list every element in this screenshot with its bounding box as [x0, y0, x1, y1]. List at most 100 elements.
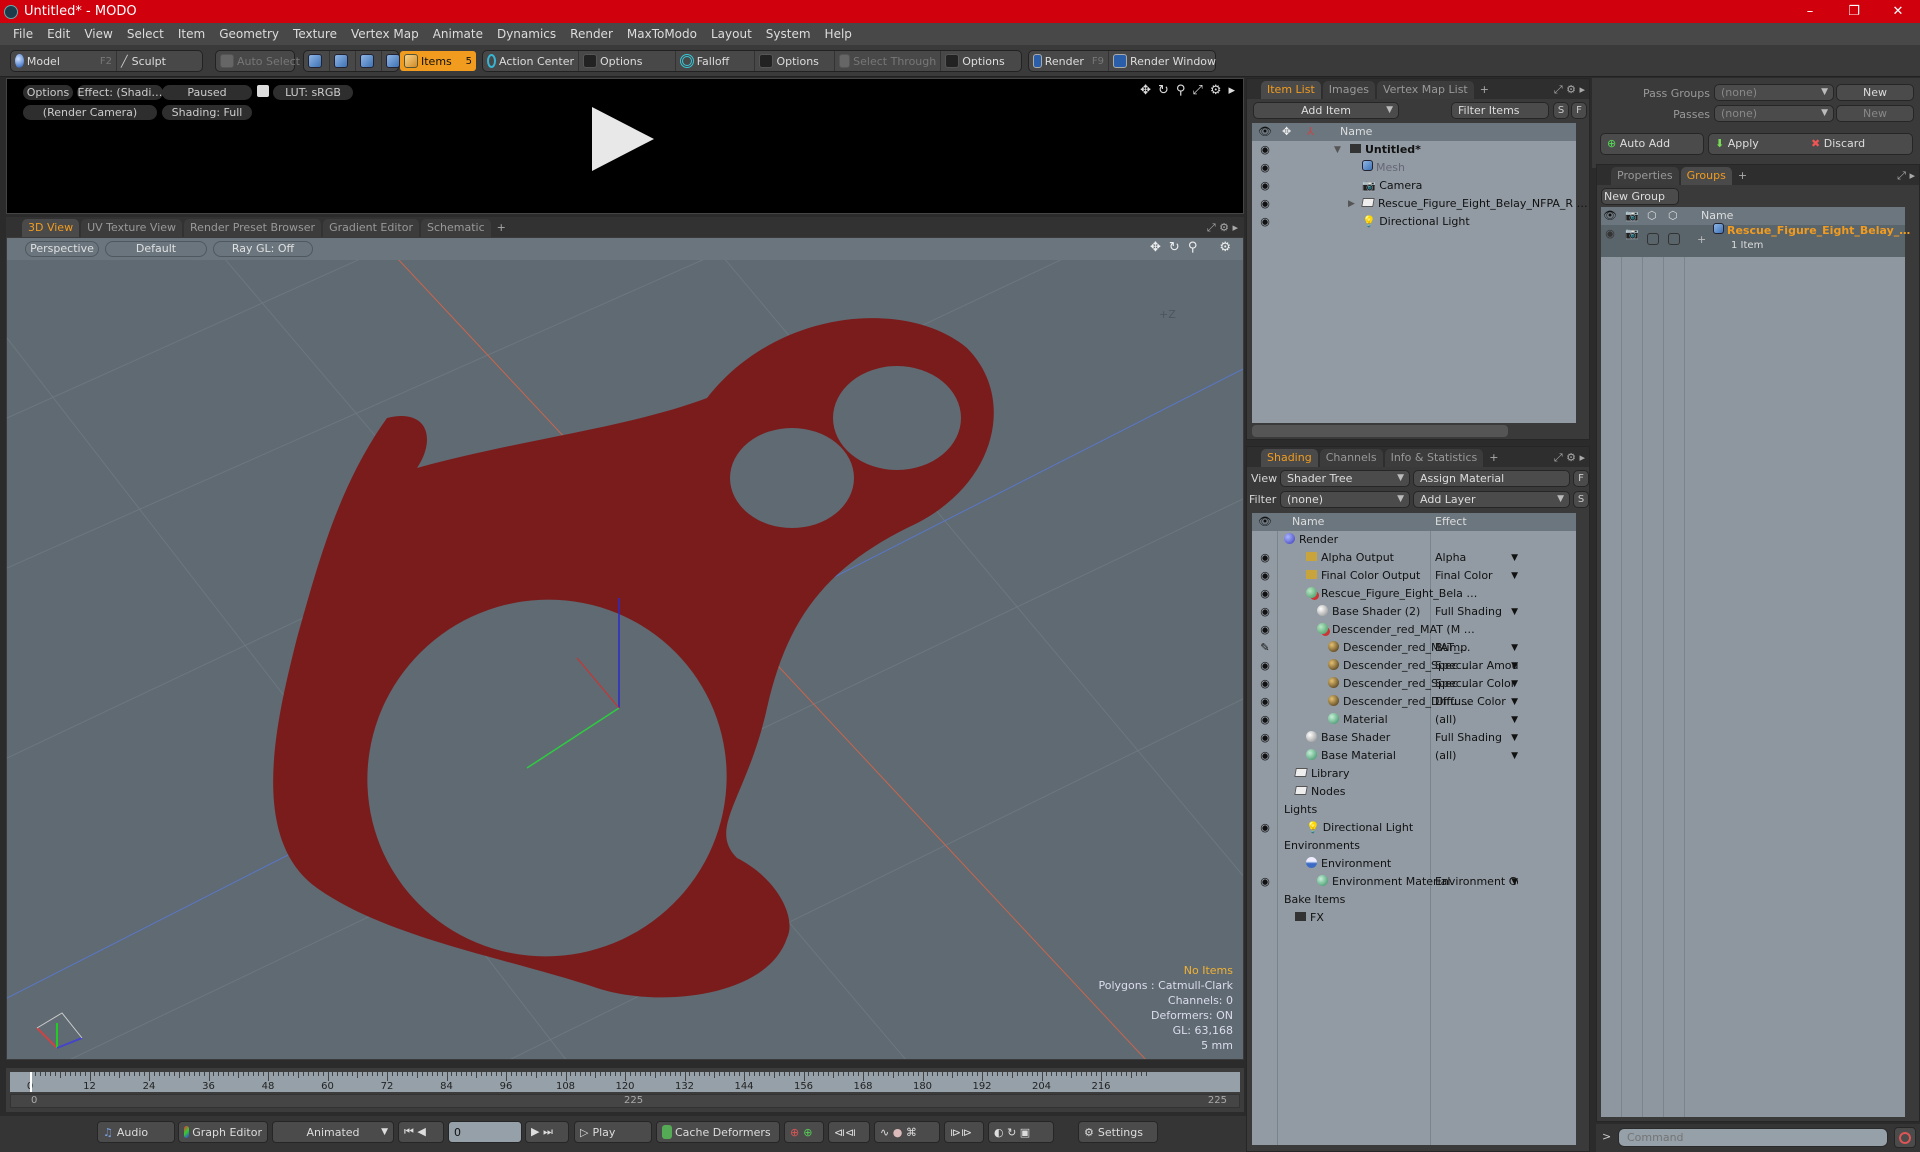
shader-tree-row[interactable]: ◉Descender_red_Spec …Specular Amount▼ — [1252, 657, 1576, 675]
settings-button[interactable]: ⚙ Settings — [1078, 1121, 1158, 1143]
new-pass-button[interactable]: New — [1836, 105, 1914, 122]
maximize-icon[interactable]: ⤢ — [1192, 83, 1202, 98]
shader-tree-row[interactable]: Bake Items — [1252, 891, 1576, 909]
eye-icon[interactable]: ◉ — [1258, 747, 1272, 765]
effect-dropdown[interactable]: Bump ▼ — [1435, 639, 1518, 657]
effect-dropdown[interactable]: Full Shading ▼ — [1435, 603, 1518, 621]
select-vertices-button[interactable] — [304, 51, 330, 71]
viewport-panel-controls-icon[interactable]: ⤢ ⚙ ▸ — [1207, 219, 1238, 237]
horizontal-scrollbar[interactable] — [1252, 425, 1508, 437]
shader-tree-row[interactable]: ◉ Base Material (all) ▼ — [1252, 747, 1576, 765]
tab-render-preset-browser[interactable]: Render Preset Browser — [184, 219, 322, 237]
effect-dropdown[interactable]: Specular Amount▼ — [1435, 657, 1518, 675]
panel-controls-icon[interactable]: ⤢ ▸ — [1897, 167, 1915, 185]
close-button[interactable]: ✕ — [1876, 0, 1920, 23]
effect-dropdown[interactable]: Full Shading ▼ — [1435, 729, 1518, 747]
panel-controls-icon[interactable]: ⤢ ⚙ ▸ — [1554, 81, 1585, 99]
eye-icon[interactable]: ◉ — [1258, 603, 1272, 621]
menu-view[interactable]: View — [84, 27, 112, 41]
eye-icon[interactable]: ◉ — [1258, 213, 1272, 231]
graph-editor-button[interactable]: Graph Editor — [178, 1121, 268, 1143]
audio-button[interactable]: ♫ Audio — [97, 1121, 175, 1143]
tab-info-statistics[interactable]: Info & Statistics — [1384, 449, 1484, 467]
keyframe-buttons[interactable]: ∿ ● ⌘ — [874, 1121, 940, 1143]
select-toggle[interactable] — [1668, 233, 1680, 245]
eye-icon[interactable]: ◉ — [1258, 711, 1272, 729]
render-window-button[interactable]: Render Window — [1109, 51, 1220, 71]
gear-icon[interactable]: ⚙ — [1219, 240, 1231, 255]
apply-button[interactable]: ⬇ Apply — [1715, 137, 1759, 150]
tab-uv-texture-view[interactable]: UV Texture View — [81, 219, 183, 237]
shader-tree-row[interactable]: FX — [1252, 909, 1576, 927]
current-frame-marker[interactable] — [30, 1072, 32, 1092]
eye-icon[interactable]: ◉ — [1258, 819, 1272, 837]
select-through-button[interactable]: Select Through — [835, 51, 942, 71]
preview-camera-dropdown[interactable]: (Render Camera) — [23, 105, 157, 120]
select-polygons-button[interactable] — [356, 51, 382, 71]
auto-add-button[interactable]: ⊕ Auto Add — [1600, 133, 1704, 155]
filter-s-button[interactable]: S — [1553, 102, 1569, 119]
tab-vertex-map-list[interactable]: Vertex Map List — [1376, 81, 1474, 99]
prev-key-button[interactable]: ⧏⧏ — [828, 1121, 870, 1143]
filter-f-button[interactable]: F — [1571, 102, 1587, 119]
play-preview-icon[interactable] — [592, 107, 654, 171]
add-tab-icon[interactable]: + — [1738, 167, 1747, 185]
lock-toggle[interactable] — [1647, 233, 1659, 245]
shader-tree-row[interactable]: ◉ Material (all) ▼ — [1252, 711, 1576, 729]
shader-tree-row[interactable]: ◉ Final Color Output Final Color ▼ — [1252, 567, 1576, 585]
rotate-icon[interactable]: ↻ — [1169, 240, 1180, 255]
select-edges-button[interactable] — [330, 51, 356, 71]
timeline-range-slider[interactable]: 0 225 225 — [10, 1094, 1240, 1108]
menu-file[interactable]: File — [13, 27, 33, 41]
shader-tree-row[interactable]: ✎ Descender_red_MAT_… Bump ▼ — [1252, 639, 1576, 657]
name-column-header[interactable]: Name — [1340, 123, 1372, 141]
item-row[interactable]: ◉ ▶ Rescue_Figure_Eight_Belay_NFPA_R … — [1252, 195, 1587, 213]
menu-vertex-map[interactable]: Vertex Map — [351, 27, 419, 41]
eye-icon[interactable]: ◉ — [1258, 585, 1272, 603]
menu-item[interactable]: Item — [178, 27, 205, 41]
render-button[interactable]: Render F9 — [1029, 51, 1109, 71]
expand-icon[interactable]: + — [1697, 231, 1706, 249]
eye-icon[interactable]: ◉ — [1258, 195, 1272, 213]
gear-icon[interactable]: ⚙ — [1210, 83, 1222, 98]
rotate-icon[interactable]: ↻ — [1158, 83, 1169, 98]
frame-input[interactable]: 0 — [448, 1121, 522, 1143]
play-button[interactable]: ▷ Play — [574, 1121, 652, 1143]
tab-properties[interactable]: Properties — [1611, 167, 1679, 185]
shader-tree-row[interactable]: ◉ Descender_red_Spec … Specular Color ▼ — [1252, 675, 1576, 693]
3d-viewport[interactable]: Perspective Default Ray GL: Off ✥ ↻ ⚲ ⚙ … — [6, 237, 1244, 1060]
effect-dropdown[interactable]: Environment Color▼ — [1435, 873, 1518, 891]
discard-button[interactable]: ✖ Discard — [1811, 134, 1865, 154]
command-input[interactable] — [1618, 1128, 1888, 1147]
group-row[interactable]: ◉ 📷 + Rescue_Figure_Eight_Belay_… 1 Item — [1601, 223, 1910, 257]
next-key-button[interactable]: ⧐⧐ — [944, 1121, 984, 1143]
menu-render[interactable]: Render — [570, 27, 613, 41]
eye-icon[interactable]: ◉ — [1258, 549, 1272, 567]
eye-icon[interactable]: ◉ — [1258, 873, 1272, 891]
effect-dropdown[interactable]: Diffuse Color ▼ — [1435, 693, 1518, 711]
menu-animate[interactable]: Animate — [433, 27, 483, 41]
eye-icon[interactable]: ◉ — [1603, 225, 1617, 243]
go-to-end-button[interactable]: ▶ ⏭ — [525, 1121, 569, 1143]
record-macro-button[interactable] — [1894, 1127, 1916, 1148]
style-dropdown[interactable]: Default — [105, 241, 207, 257]
preview-effect-dropdown[interactable]: Effect: (Shadi… — [77, 85, 163, 100]
timeline-ruler[interactable]: 0122436486072849610812013214415616818019… — [10, 1072, 1240, 1092]
animated-dropdown[interactable]: Animated ▼ — [272, 1121, 394, 1143]
eye-icon[interactable]: ◉ — [1258, 141, 1272, 159]
assign-material-button[interactable]: Assign Material — [1413, 470, 1570, 487]
maximize-button[interactable]: ❐ — [1832, 0, 1876, 23]
shader-tree-row[interactable]: Render — [1252, 531, 1576, 549]
perspective-dropdown[interactable]: Perspective — [25, 241, 99, 257]
ray-gl-toggle[interactable]: Ray GL: Off — [213, 241, 313, 257]
view-dropdown[interactable]: Shader Tree ▼ — [1280, 470, 1410, 487]
eye-icon[interactable]: ◉ — [1258, 621, 1272, 639]
pan-icon[interactable]: ✥ — [1150, 240, 1161, 255]
zoom-icon[interactable]: ⚲ — [1188, 240, 1198, 255]
eye-icon[interactable]: ◉ — [1258, 567, 1272, 585]
select-through-options-button[interactable]: Options — [941, 51, 1021, 71]
eye-icon[interactable]: ◉ — [1258, 159, 1272, 177]
item-row[interactable]: ◉ ▼ Untitled* — [1252, 141, 1576, 159]
eye-icon[interactable]: ◉ — [1258, 693, 1272, 711]
zoom-icon[interactable]: ⚲ — [1176, 83, 1186, 98]
